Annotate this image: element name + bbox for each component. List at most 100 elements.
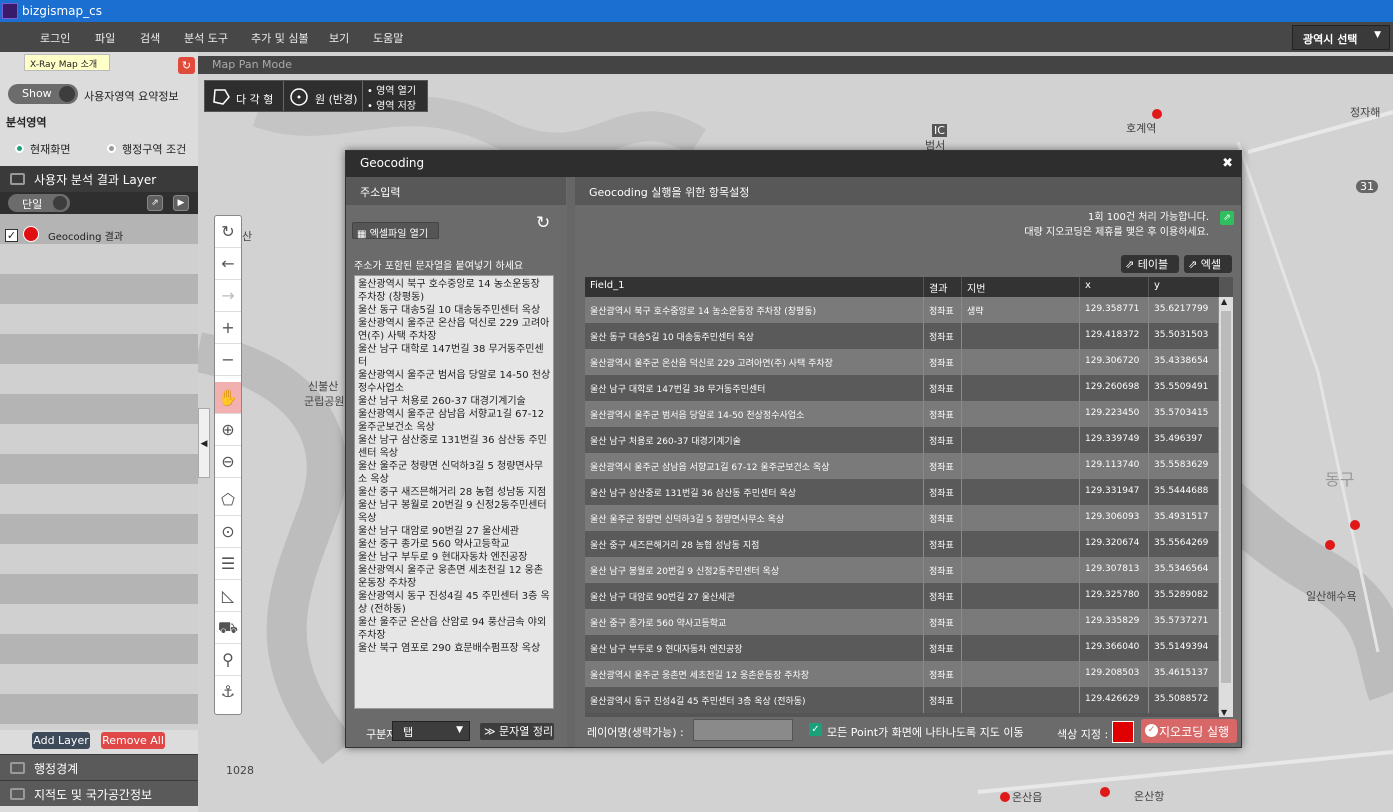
radio-current-screen-label[interactable]: 현재화면 (30, 141, 70, 157)
radio-admin-area-label[interactable]: 행정구역 조건 (122, 141, 186, 157)
excel-button[interactable]: ⇗ 엑셀 (1184, 255, 1232, 273)
map-point-marker[interactable] (1350, 520, 1360, 530)
table-row[interactable]: 울산 남구 부두로 9 현대자동차 엔진공장 정좌표 129.366040 35.51… (585, 635, 1219, 661)
back-icon[interactable]: ← (215, 248, 241, 280)
table-row[interactable]: 울산 남구 봉월로 20번길 9 신정2동주민센터 옥상 정좌표 129.30781… (585, 557, 1219, 583)
external-link-icon[interactable]: ⇗ (1220, 211, 1234, 225)
zoom-in-icon[interactable]: ⊕ (215, 414, 241, 446)
single-toggle[interactable]: 단일 (8, 194, 70, 212)
layer-visibility-checkbox[interactable]: ✓ (5, 229, 18, 242)
bulk-info: 대량 지오코딩은 제휴를 맺은 후 이용하세요. (1024, 227, 1209, 238)
address-textarea[interactable]: 울산광역시 북구 호수중앙로 14 농소운동장 주차장 (창평동) 울산 동구 … (354, 275, 554, 709)
reload-icon[interactable]: ↻ (536, 213, 550, 233)
run-geocoding-button[interactable]: ✓ 지오코딩 실행 (1141, 719, 1237, 743)
map-point-marker[interactable] (1152, 109, 1162, 119)
refresh-icon[interactable]: ↻ (178, 57, 195, 74)
zoom-out-icon[interactable]: ⊖ (215, 446, 241, 478)
table-row[interactable]: 울산 중구 새즈믄해거리 28 농협 성남동 지점 정좌표 129.320674 35… (585, 531, 1219, 557)
layer-item-geocoding[interactable]: Geocoding 결과 (48, 228, 123, 243)
layer-name-input[interactable] (693, 719, 793, 741)
menu-analysis-tools[interactable]: 분석 도구 (184, 30, 228, 46)
clean-string-button[interactable]: ≫ 문자열 정리 (480, 723, 554, 740)
menu-help[interactable]: 도움말 (373, 30, 403, 46)
measure-icon[interactable]: ◺ (215, 580, 241, 612)
cell-x: 129.306720 (1080, 349, 1149, 375)
menu-login[interactable]: 로그인 (40, 30, 70, 46)
cell-result: 정좌표 (924, 375, 962, 401)
panel-splitter[interactable] (567, 177, 575, 747)
scroll-up-icon[interactable]: ▲ (1221, 297, 1227, 306)
table-row[interactable]: 울산 동구 대송5길 10 대송동주민센터 옥상 정좌표 129.418372 35.… (585, 323, 1219, 349)
open-excel-button[interactable]: ▦ 엑셀파일 열기 (352, 222, 439, 240)
fit-points-label[interactable]: 모든 Point가 화면에 나타나도록 지도 이동 (827, 724, 1024, 740)
zoom-out-minus-icon[interactable]: − (215, 344, 241, 376)
person-icon[interactable]: ⚓ (215, 676, 241, 708)
table-row[interactable]: 울산 남구 대학로 147번길 38 무거동주민센터 정좌표 129.260698 3… (585, 375, 1219, 401)
area-save-button[interactable]: • 영역 저장 (367, 97, 416, 112)
cadastral-item[interactable]: 지적도 및 국가공간정보 (0, 780, 198, 806)
collapse-panel-handle[interactable]: ◀ (198, 408, 210, 478)
map-point-marker[interactable] (1100, 787, 1110, 797)
table-row[interactable]: 울산광역시 북구 호수중앙로 14 농소운동장 주차장 (창평동) 정좌표 생략 12… (585, 297, 1219, 323)
table-row[interactable]: 울산 중구 종가로 560 약사고등학교 정좌표 129.335829 35.5737… (585, 609, 1219, 635)
car-icon[interactable]: ⛟ (215, 612, 241, 644)
cell-result: 정좌표 (924, 297, 962, 323)
table-row[interactable]: 울산 남구 삼산중로 131번길 36 삼산동 주민센터 옥상 정좌표 129.33… (585, 479, 1219, 505)
play-icon[interactable]: ▶ (173, 195, 189, 211)
zoom-in-plus-icon[interactable]: + (215, 312, 241, 344)
table-row[interactable]: 울산광역시 울주군 삼남읍 서향교1길 67-12 울주군보건소 옥상 정좌표 12… (585, 453, 1219, 479)
polygon-select-icon[interactable]: ⬠ (215, 484, 241, 516)
table-row[interactable]: 울산광역시 울주군 범서읍 당알로 14-50 천상정수사업소 정좌표 129.22… (585, 401, 1219, 427)
color-picker[interactable] (1112, 721, 1134, 743)
table-button[interactable]: ⇗ 테이블 (1121, 255, 1179, 273)
map-point-marker[interactable] (1000, 792, 1010, 802)
menu-view[interactable]: 보기 (329, 30, 349, 46)
pan-hand-icon[interactable]: ✋ (215, 382, 241, 414)
dialog-title-bar[interactable]: Geocoding ✖ (346, 151, 1241, 177)
circle-icon[interactable] (289, 87, 309, 107)
column-header-jibun[interactable]: 지번 (962, 277, 1080, 297)
table-row[interactable]: 울산광역시 울주군 웅촌면 세초천길 12 웅촌운동장 주차장 정좌표 129.20… (585, 661, 1219, 687)
map-icon (10, 762, 25, 774)
remove-all-button[interactable]: Remove All (101, 732, 165, 749)
radio-admin-area[interactable] (107, 144, 116, 153)
add-layer-button[interactable]: Add Layer (32, 732, 90, 749)
table-row[interactable]: 울산광역시 동구 진성4길 45 주민센터 3층 옥상 (전하동) 정좌표 129.… (585, 687, 1219, 713)
circle-button[interactable]: 원 (반경) (315, 91, 357, 107)
admin-boundary-item[interactable]: 행정경계 (0, 754, 198, 780)
scroll-down-icon[interactable]: ▼ (1221, 708, 1227, 717)
close-icon[interactable]: ✖ (1222, 156, 1233, 171)
scrollbar-thumb[interactable] (1221, 311, 1231, 683)
layer-section-header[interactable]: 사용자 분석 결과 Layer (0, 166, 198, 192)
fit-points-checkbox[interactable]: ✓ (809, 723, 822, 736)
column-header-x[interactable]: x (1080, 277, 1149, 297)
radio-current-screen[interactable] (15, 144, 24, 153)
show-toggle[interactable]: Show (8, 84, 78, 104)
menu-add-symbol[interactable]: 추가 및 심볼 (251, 30, 309, 46)
table-row[interactable]: 울산광역시 울주군 온산읍 덕신로 229 고려아연(주) 사택 주차장 정좌표 1… (585, 349, 1219, 375)
polygon-icon[interactable] (211, 87, 231, 107)
table-row[interactable]: 울산 남구 대암로 90번길 27 울산세관 정좌표 129.325780 35.52… (585, 583, 1219, 609)
table-row[interactable]: 울산 남구 처용로 260-37 대경기계기술 정좌표 129.339749 35.4… (585, 427, 1219, 453)
column-header-field1[interactable]: Field_1 (585, 277, 924, 297)
column-header-y[interactable]: y (1149, 277, 1219, 297)
polygon-button[interactable]: 다 각 형 (236, 91, 273, 107)
menu-file[interactable]: 파일 (95, 30, 115, 46)
refresh-map-icon[interactable]: ↻ (215, 216, 241, 248)
forward-icon[interactable]: → (215, 280, 241, 312)
cell-result: 정좌표 (924, 401, 962, 427)
cell-field1: 울산 중구 종가로 560 약사고등학교 (585, 609, 924, 635)
circle-select-icon[interactable]: ⊙ (215, 516, 241, 548)
table-row[interactable]: 울산 울주군 청량면 신덕하3길 5 청량면사무소 옥상 정좌표 129.30609… (585, 505, 1219, 531)
column-header-result[interactable]: 결과 (924, 277, 962, 297)
area-open-button[interactable]: • 영역 열기 (367, 82, 416, 97)
layers-icon[interactable]: ☰ (215, 548, 241, 580)
separator-select[interactable]: 탭 ▼ (392, 721, 470, 741)
region-select[interactable]: 광역시 선택 ▼ (1292, 25, 1390, 50)
cell-x: 129.366040 (1080, 635, 1149, 661)
cell-x: 129.260698 (1080, 375, 1149, 401)
map-point-marker[interactable] (1325, 540, 1335, 550)
pin-icon[interactable]: ⚲ (215, 644, 241, 676)
export-icon[interactable]: ⇗ (147, 195, 163, 211)
menu-search[interactable]: 검색 (140, 30, 160, 46)
